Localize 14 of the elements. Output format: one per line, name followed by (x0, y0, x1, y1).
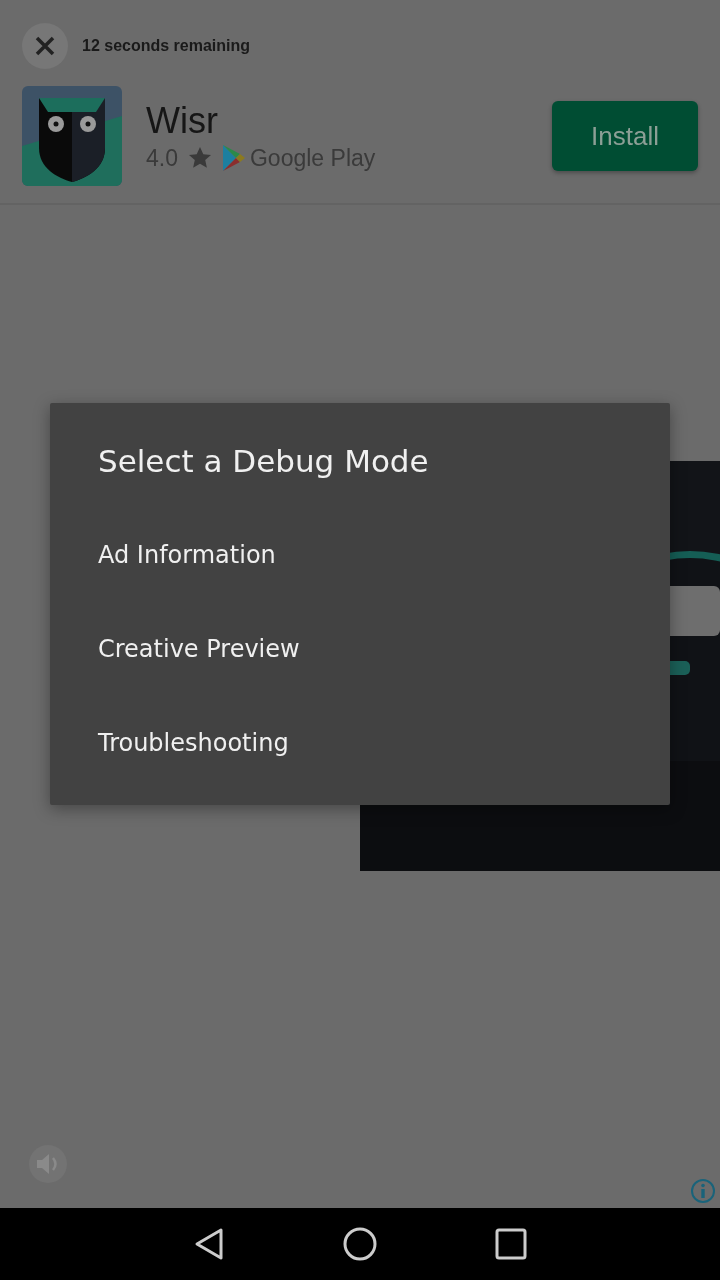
menu-item[interactable]: Ad Information (98, 541, 276, 569)
app-icon (22, 86, 122, 186)
install-button[interactable]: Install (552, 101, 698, 171)
app-name: Wisr (146, 100, 219, 142)
recents-icon[interactable] (493, 1226, 529, 1262)
close-icon (35, 36, 55, 56)
play-store-icon (222, 144, 246, 172)
close-button[interactable] (22, 23, 68, 69)
menu-item[interactable]: Troubleshooting (98, 729, 289, 757)
star-icon (188, 146, 212, 170)
menu-item[interactable]: Creative Preview (98, 635, 300, 663)
dialog-title: Select a Debug Mode (98, 443, 430, 479)
home-icon[interactable] (342, 1226, 378, 1262)
countdown-text: 12 seconds remaining (82, 37, 251, 55)
